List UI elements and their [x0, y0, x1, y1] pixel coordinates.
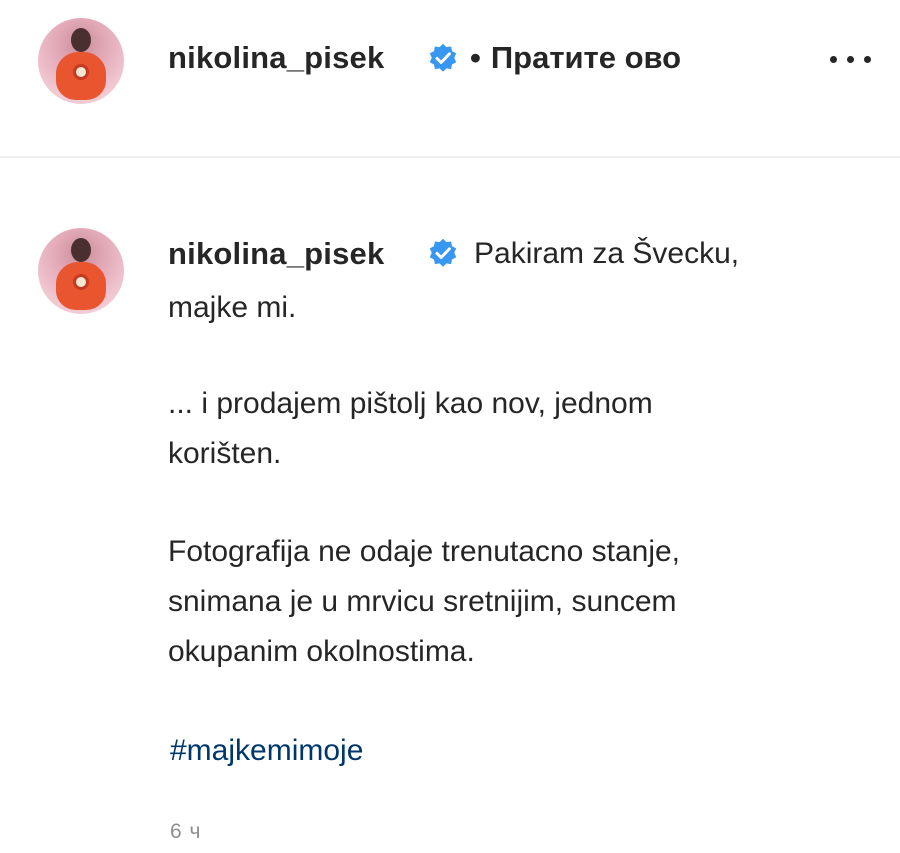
verified-badge-icon: [429, 238, 457, 267]
hashtag-link[interactable]: #majkemimoje: [170, 734, 363, 768]
avatar-head: [71, 238, 91, 262]
avatar-head: [71, 28, 91, 52]
follow-label: Пратите ово: [490, 40, 682, 75]
avatar-detail: [73, 274, 89, 290]
caption-username-link[interactable]: nikolina_pisek: [168, 236, 384, 272]
caption-text-line: korišten.: [168, 437, 282, 470]
post-header: nikolina_pisek • Пратите ово: [0, 0, 900, 158]
caption-text-line: snimana je u mrvicu sretnijim, suncem: [168, 585, 677, 618]
avatar-detail: [73, 64, 89, 80]
verified-badge-icon: [429, 43, 457, 72]
caption-text-line: okupanim okolnostima.: [168, 635, 475, 668]
caption-avatar[interactable]: [38, 228, 124, 314]
header-avatar[interactable]: [38, 18, 124, 104]
header-username-link[interactable]: nikolina_pisek: [168, 40, 384, 76]
caption-text-line: Fotografija ne odaje trenutacno stanje,: [168, 535, 681, 568]
post-timestamp[interactable]: 6 ч: [170, 820, 201, 844]
more-dot: [847, 56, 854, 63]
caption-text-line: majke mi.: [168, 291, 297, 324]
header-separator: •: [470, 40, 481, 75]
caption-text-line: Pakiram za Švecku,: [474, 237, 740, 270]
caption-text-line: ... i prodajem pištolj kao nov, jednom: [168, 387, 653, 420]
more-dot: [864, 56, 871, 63]
more-options-icon[interactable]: [822, 44, 878, 74]
more-dot: [830, 56, 837, 63]
follow-button[interactable]: • Пратите ово: [470, 40, 681, 76]
